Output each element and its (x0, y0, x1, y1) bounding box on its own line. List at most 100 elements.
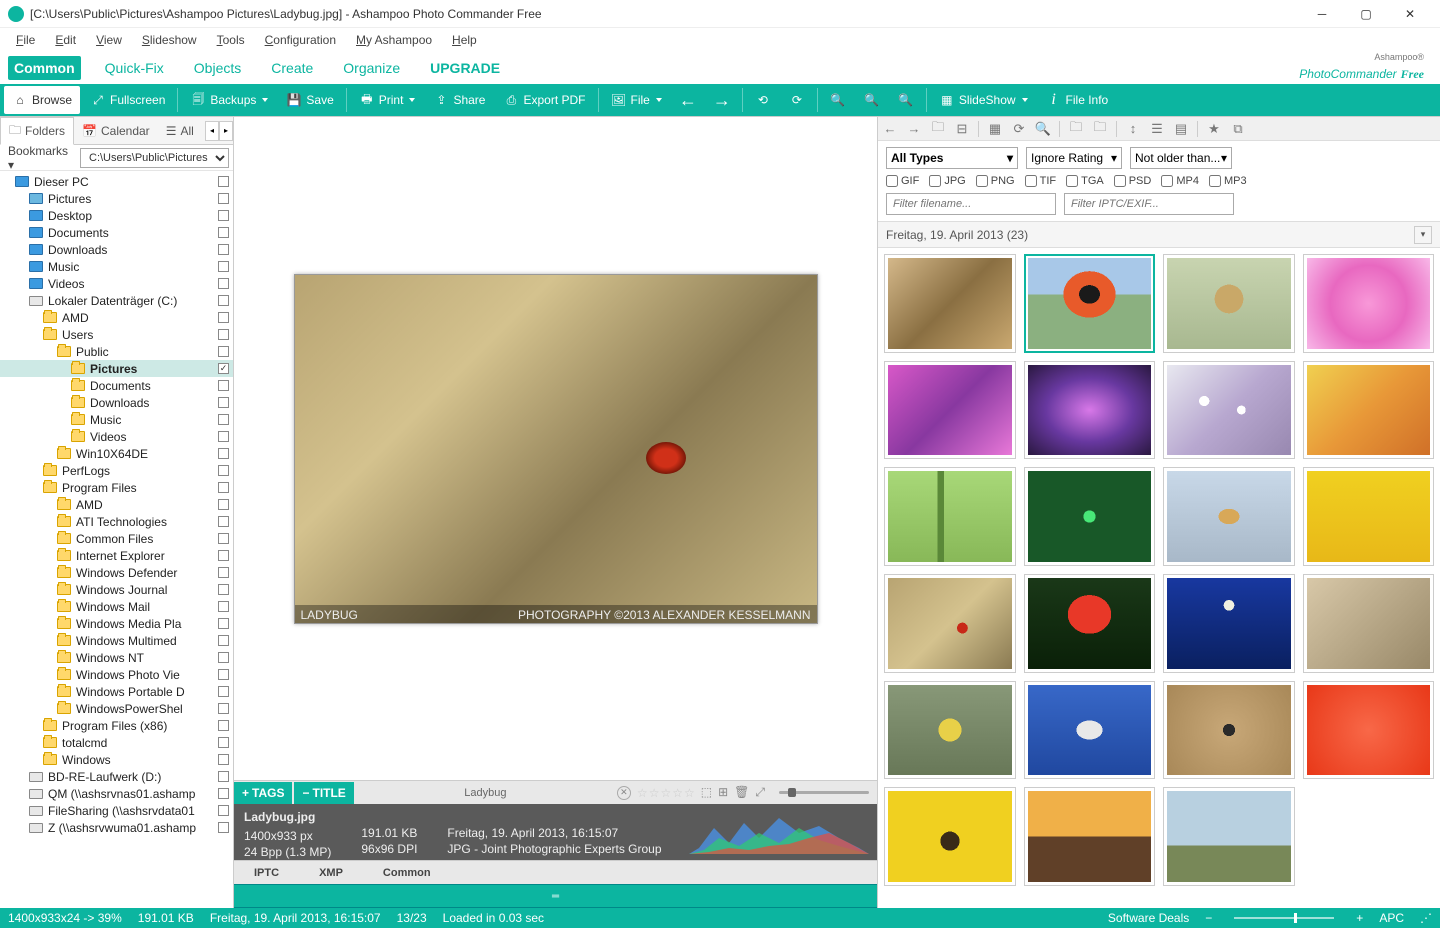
slideshow-button[interactable]: ▦SlideShow (931, 86, 1036, 114)
folder-tree[interactable]: Dieser PCPicturesDesktopDocumentsDownloa… (0, 171, 233, 908)
tree-node[interactable]: Downloads (0, 394, 233, 411)
tree-node[interactable]: Documents (0, 224, 233, 241)
menu-help[interactable]: Help (444, 31, 485, 49)
tree-node[interactable]: Users (0, 326, 233, 343)
sb-plus-icon[interactable]: + (1356, 911, 1363, 925)
nav-back-icon[interactable]: ← (882, 121, 898, 137)
all-tab[interactable]: ☰All (158, 117, 202, 145)
tree-node[interactable]: Documents (0, 377, 233, 394)
tree-node[interactable]: Windows Defender (0, 564, 233, 581)
tree-node[interactable]: Windows Mail (0, 598, 233, 615)
filter-age-select[interactable]: Not older than...▾ (1130, 147, 1232, 169)
filter-types-select[interactable]: All Types▾ (886, 147, 1018, 169)
tree-node[interactable]: Downloads (0, 241, 233, 258)
tree-checkbox[interactable] (218, 431, 229, 442)
thumbnail[interactable] (884, 681, 1016, 780)
thumbnail[interactable] (1303, 467, 1435, 566)
maximize-button[interactable]: ▢ (1344, 0, 1388, 28)
tab-create[interactable]: Create (265, 56, 319, 80)
date-group-header[interactable]: Freitag, 19. April 2013 (23) ▾ (878, 222, 1440, 248)
meta-tab-xmp[interactable]: XMP (299, 863, 363, 883)
tree-checkbox[interactable] (218, 278, 229, 289)
tree-node[interactable]: PerfLogs (0, 462, 233, 479)
tree-checkbox[interactable] (218, 516, 229, 527)
tree-node[interactable]: AMD (0, 496, 233, 513)
tree-node[interactable]: ATI Technologies (0, 513, 233, 530)
browse-button[interactable]: ⌂Browse (4, 86, 80, 114)
tree-checkbox[interactable] (218, 312, 229, 323)
next-button[interactable]: → (706, 86, 738, 114)
format-check-psd[interactable]: PSD (1114, 175, 1152, 187)
menu-configuration[interactable]: Configuration (257, 31, 344, 49)
folder-icon[interactable]: 🗀 (1068, 121, 1084, 137)
tree-checkbox[interactable] (218, 754, 229, 765)
tree-node[interactable]: Desktop (0, 207, 233, 224)
zoom-fit-button[interactable]: 🔍 (856, 86, 888, 114)
tree-node[interactable]: Windows Photo Vie (0, 666, 233, 683)
tree-node[interactable]: Videos (0, 428, 233, 445)
minimize-button[interactable]: ─ (1300, 0, 1344, 28)
thumbnail[interactable] (1024, 787, 1156, 886)
tree-node[interactable]: FileSharing (\\ashsrvdata01 (0, 802, 233, 819)
format-check-tif[interactable]: TIF (1025, 175, 1057, 187)
tree-checkbox[interactable] (218, 550, 229, 561)
tree-checkbox[interactable] (218, 465, 229, 476)
menu-my-ashampoo[interactable]: My Ashampoo (348, 31, 440, 49)
tree-checkbox[interactable] (218, 346, 229, 357)
thumbnail[interactable] (1024, 254, 1156, 353)
thumbnail[interactable] (884, 574, 1016, 673)
thumbnail[interactable] (884, 361, 1016, 460)
select-icon[interactable]: ⊟ (954, 121, 970, 137)
star-icon[interactable]: ★ (1206, 121, 1222, 137)
zoom-out-button[interactable]: 🔍 (822, 86, 854, 114)
group-dropdown-icon[interactable]: ▾ (1414, 226, 1432, 244)
tree-checkbox[interactable] (218, 482, 229, 493)
tree-node[interactable]: Program Files (x86) (0, 717, 233, 734)
software-deals-link[interactable]: Software Deals (1108, 911, 1189, 925)
trash-icon[interactable]: 🗑 (734, 785, 749, 800)
add-tags-button[interactable]: +TAGS (234, 782, 292, 804)
fullscreen-button[interactable]: ⤢Fullscreen (82, 86, 173, 114)
calendar-tab[interactable]: 📅Calendar (74, 117, 158, 145)
tree-checkbox[interactable] (218, 329, 229, 340)
thumbnail[interactable] (884, 254, 1016, 353)
tree-node[interactable]: WindowsPowerShel (0, 700, 233, 717)
tree-node[interactable]: Dieser PC (0, 173, 233, 190)
tree-checkbox[interactable] (218, 788, 229, 799)
rotate-left-button[interactable]: ⟲ (747, 86, 779, 114)
tree-checkbox[interactable] (218, 499, 229, 510)
clear-button[interactable]: ✕ (617, 786, 631, 800)
thumbnail[interactable] (1163, 467, 1295, 566)
export-pdf-button[interactable]: ⎙Export PDF (495, 86, 593, 114)
tree-checkbox[interactable] (218, 618, 229, 629)
save-button[interactable]: 💾Save (278, 86, 341, 114)
tree-node[interactable]: Windows Journal (0, 581, 233, 598)
tree-checkbox[interactable] (218, 363, 229, 374)
tab-organize[interactable]: Organize (337, 56, 406, 80)
sort-icon[interactable]: ↕ (1125, 121, 1141, 137)
format-check-mp4[interactable]: MP4 (1161, 175, 1199, 187)
meta-tab-iptc[interactable]: IPTC (234, 863, 299, 883)
thumbnail[interactable] (884, 467, 1016, 566)
tree-checkbox[interactable] (218, 567, 229, 578)
menu-view[interactable]: View (88, 31, 130, 49)
list-icon[interactable]: ☰ (1149, 121, 1165, 137)
thumbnail[interactable] (1163, 574, 1295, 673)
tree-checkbox[interactable] (218, 448, 229, 459)
tree-checkbox[interactable] (218, 720, 229, 731)
close-button[interactable]: ✕ (1388, 0, 1432, 28)
filter-filename-input[interactable] (886, 193, 1056, 215)
format-check-png[interactable]: PNG (976, 175, 1015, 187)
tree-checkbox[interactable] (218, 601, 229, 612)
fileinfo-button[interactable]: iFile Info (1038, 86, 1117, 114)
thumbnail[interactable] (1163, 254, 1295, 353)
tree-checkbox[interactable] (218, 227, 229, 238)
thumbnail[interactable] (1024, 361, 1156, 460)
tree-node[interactable]: Videos (0, 275, 233, 292)
tree-checkbox[interactable] (218, 584, 229, 595)
tree-checkbox[interactable] (218, 703, 229, 714)
share-button[interactable]: ⇪Share (425, 86, 493, 114)
tree-node[interactable]: totalcmd (0, 734, 233, 751)
menu-edit[interactable]: Edit (47, 31, 84, 49)
print-button[interactable]: 🖶Print (351, 86, 424, 114)
